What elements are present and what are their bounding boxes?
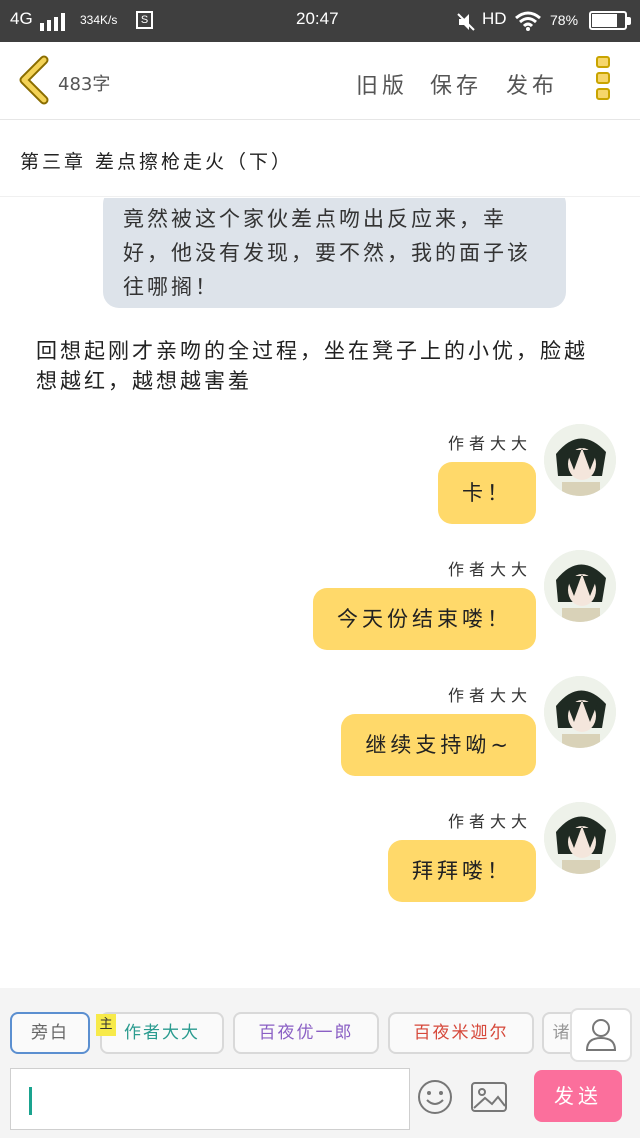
message-bubble[interactable]: 拜拜喽！ (388, 840, 536, 902)
sender-name: 作者大大 (447, 434, 532, 453)
role-chip-narrator[interactable]: 旁白 (10, 1012, 90, 1054)
signal-icon (40, 13, 65, 31)
chat-area[interactable]: 竟然被这个家伙差点吻出反应来，幸好，他没有发现，要不然，我的面子该往哪搁！ 回想… (0, 198, 640, 988)
old-version-button[interactable]: 旧版 (356, 68, 408, 100)
smiley-icon (418, 1080, 452, 1114)
input-bar: 发送 (0, 1064, 640, 1138)
battery-icon (589, 11, 631, 30)
chapter-title: 第三章 差点擦枪走火（下） (20, 151, 294, 173)
message-bubble[interactable]: 卡！ (438, 462, 536, 524)
chapter-title-bar[interactable]: 第三章 差点擦枪走火（下） (0, 121, 640, 197)
image-button[interactable] (470, 1080, 508, 1114)
word-count: 483字 (58, 74, 111, 95)
sender-name: 作者大大 (447, 812, 532, 831)
avatar-icon (544, 676, 616, 748)
role-chip-author[interactable]: 作者大大 (100, 1012, 224, 1054)
role-manage-button[interactable] (570, 1008, 632, 1062)
role-chip-yuichiro[interactable]: 百夜优一郎 (233, 1012, 379, 1054)
message-bubble[interactable]: 今天份结束喽！ (313, 588, 536, 650)
editor-header: 483字 旧版 保存 发布 (0, 42, 640, 120)
save-button[interactable]: 保存 (430, 68, 482, 100)
menu-dot-icon (596, 88, 610, 100)
sender-name: 作者大大 (447, 560, 532, 579)
role-chip-mikaela[interactable]: 百夜米迦尔 (388, 1012, 534, 1054)
avatar[interactable] (544, 550, 616, 622)
main-role-badge: 主 (96, 1014, 116, 1036)
network-speed: 334K/s (80, 13, 118, 27)
user-icon (585, 1019, 617, 1051)
status-bar: 4G 334K/s S 20:47 HD 78% (0, 0, 640, 42)
publish-button[interactable]: 发布 (506, 68, 558, 100)
avatar-icon (544, 802, 616, 874)
carrier-label: 4G (10, 9, 33, 28)
chat-message[interactable]: 作者大大 继续支持呦~ (0, 676, 640, 802)
chat-message[interactable]: 作者大大 卡！ (0, 424, 640, 550)
mute-icon (457, 13, 475, 31)
hd-label: HD (482, 9, 507, 28)
s-badge-icon: S (136, 11, 153, 29)
message-input[interactable] (10, 1068, 410, 1130)
menu-dot-icon (596, 72, 610, 84)
avatar[interactable] (544, 424, 616, 496)
chevron-left-icon (19, 55, 49, 105)
more-menu-button[interactable] (594, 56, 614, 106)
avatar[interactable] (544, 802, 616, 874)
avatar[interactable] (544, 676, 616, 748)
narration-bubble[interactable]: 竟然被这个家伙差点吻出反应来，幸好，他没有发现，要不然，我的面子该往哪搁！ (103, 198, 566, 308)
send-button[interactable]: 发送 (534, 1070, 622, 1122)
image-icon (471, 1082, 507, 1112)
narration-text[interactable]: 回想起刚才亲吻的全过程，坐在凳子上的小优，脸越想越红，越想越害羞 (36, 336, 596, 396)
emoji-button[interactable] (416, 1078, 454, 1116)
avatar-icon (544, 550, 616, 622)
sender-name: 作者大大 (447, 686, 532, 705)
battery-level (592, 14, 617, 27)
battery-percent: 78% (550, 12, 579, 28)
menu-dot-icon (596, 56, 610, 68)
clock: 20:47 (296, 9, 339, 28)
back-button[interactable] (14, 54, 54, 106)
wifi-icon (515, 11, 541, 31)
text-caret (29, 1087, 32, 1115)
avatar-icon (544, 424, 616, 496)
chat-message[interactable]: 作者大大 今天份结束喽！ (0, 550, 640, 676)
chat-message[interactable]: 作者大大 拜拜喽！ (0, 802, 640, 928)
message-bubble[interactable]: 继续支持呦~ (341, 714, 536, 776)
